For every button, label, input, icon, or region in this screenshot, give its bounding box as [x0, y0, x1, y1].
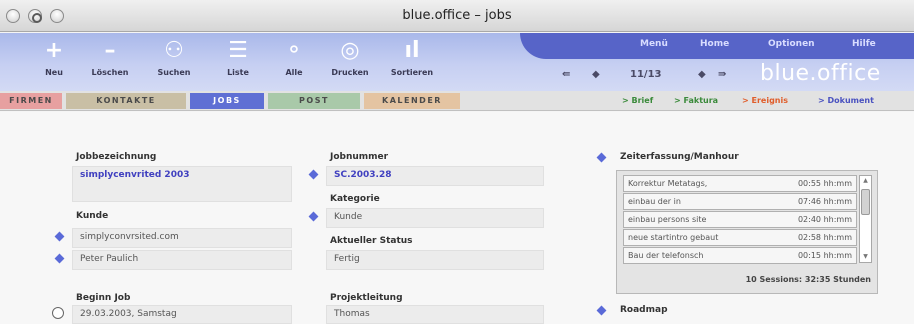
- sort-icon: ıl: [404, 38, 420, 63]
- job-number-field[interactable]: SC.2003.28: [326, 166, 544, 186]
- all-records-icon: ⚬: [284, 38, 304, 63]
- tab-jobs[interactable]: JOBS: [190, 93, 264, 109]
- list-item[interactable]: einbau persons site 02:40 hh:mm: [623, 211, 857, 228]
- window-titlebar: blue.office – jobs: [0, 0, 914, 32]
- sessions-summary: 10 Sessions: 32:35 Stunden: [745, 275, 871, 284]
- list-item[interactable]: Bau der telefonsch 00:15 hh:mm: [623, 247, 857, 264]
- session-description: Bau der telefonsch: [628, 251, 704, 260]
- tab-post[interactable]: POST: [268, 93, 360, 109]
- session-description: einbau persons site: [628, 215, 707, 224]
- quick-link-event[interactable]: > Ereignis: [742, 96, 788, 105]
- list-item[interactable]: Korrektur Metatags, 00:55 hh:mm: [623, 175, 857, 192]
- scroll-up-icon[interactable]: ▲: [860, 176, 871, 186]
- quick-link-invoice[interactable]: > Faktura: [674, 96, 718, 105]
- new-button[interactable]: + Neu: [30, 37, 78, 77]
- session-duration: 02:58 hh:mm: [797, 233, 852, 242]
- nav-link-help[interactable]: Hilfe: [852, 39, 876, 49]
- minus-icon: –: [104, 38, 116, 63]
- sort-button[interactable]: ıl Sortieren: [388, 37, 436, 77]
- roadmap-label: Roadmap: [620, 305, 668, 315]
- sort-button-label: Sortieren: [390, 68, 434, 77]
- begin-job-label: Beginn Job: [76, 293, 131, 303]
- tab-kalender[interactable]: KALENDER: [364, 93, 460, 109]
- first-record-button[interactable]: ⇚: [562, 69, 570, 80]
- scroll-down-icon[interactable]: ▼: [860, 252, 871, 262]
- clock-icon[interactable]: [52, 307, 64, 319]
- customer-label: Kunde: [76, 211, 109, 221]
- session-description: neue startintro gebaut: [628, 233, 719, 242]
- next-record-button[interactable]: ◆: [698, 69, 706, 80]
- new-button-label: Neu: [45, 68, 63, 77]
- list-icon: ☰: [228, 38, 248, 63]
- print-icon: ◎: [340, 38, 360, 63]
- print-button[interactable]: ◎ Drucken: [326, 37, 374, 77]
- tab-kontakte[interactable]: KONTAKTE: [66, 93, 186, 109]
- status-field[interactable]: Fertig: [326, 250, 544, 270]
- binoculars-icon: ⚇: [164, 38, 184, 63]
- list-button-label: Liste: [227, 68, 249, 77]
- module-tabs: FIRMEN KONTAKTE JOBS POST KALENDER > Bri…: [0, 91, 914, 111]
- sessions-scrollbar[interactable]: ▲ ▼: [859, 175, 872, 263]
- last-record-button[interactable]: ⇛: [718, 69, 726, 80]
- status-label: Aktueller Status: [330, 236, 413, 246]
- nav-link-menu[interactable]: Menü: [640, 39, 668, 49]
- job-name-field[interactable]: simplycenvrited 2003: [72, 166, 292, 202]
- toolbar: Menü Home Optionen Hilfe + Neu – Löschen…: [0, 33, 914, 91]
- nav-link-options[interactable]: Optionen: [768, 39, 815, 49]
- scroll-thumb[interactable]: [861, 189, 870, 215]
- session-duration: 07:46 hh:mm: [797, 197, 852, 206]
- customer-contact-field[interactable]: Peter Paulich: [72, 250, 292, 270]
- search-button-label: Suchen: [157, 68, 191, 77]
- all-records-button-label: Alle: [285, 68, 303, 77]
- quick-link-document[interactable]: > Dokument: [818, 96, 874, 105]
- project-lead-field[interactable]: Thomas: [326, 305, 544, 324]
- job-number-label: Jobnummer: [330, 152, 389, 162]
- begin-job-field[interactable]: 29.03.2003, Samstag: [72, 305, 292, 324]
- quick-link-letter[interactable]: > Brief: [622, 96, 653, 105]
- session-description: einbau der in: [628, 197, 681, 206]
- session-duration: 00:15 hh:mm: [797, 251, 852, 260]
- job-name-label: Jobbezeichnung: [76, 152, 157, 162]
- list-item[interactable]: einbau der in 07:46 hh:mm: [623, 193, 857, 210]
- list-item[interactable]: neue startintro gebaut 02:58 hh:mm: [623, 229, 857, 246]
- session-description: Korrektur Metatags,: [628, 179, 708, 188]
- list-button[interactable]: ☰ Liste: [214, 37, 262, 77]
- window-title: blue.office – jobs: [402, 8, 512, 23]
- category-label: Kategorie: [330, 194, 380, 204]
- nav-link-home[interactable]: Home: [700, 39, 729, 49]
- time-tracking-title: Zeiterfassung/Manhour: [620, 152, 739, 162]
- print-button-label: Drucken: [331, 68, 369, 77]
- delete-button-label: Löschen: [91, 68, 129, 77]
- plus-icon: +: [44, 38, 64, 63]
- search-button[interactable]: ⚇ Suchen: [150, 37, 198, 77]
- customer-company-field[interactable]: simplyconvrsited.com: [72, 228, 292, 248]
- session-duration: 00:55 hh:mm: [797, 179, 852, 188]
- brand-logo: blue.office: [760, 61, 881, 86]
- session-duration: 02:40 hh:mm: [797, 215, 852, 224]
- previous-record-button[interactable]: ◆: [592, 69, 600, 80]
- tab-firmen[interactable]: FIRMEN: [0, 93, 62, 109]
- all-records-button[interactable]: ⚬ Alle: [270, 37, 318, 77]
- delete-button[interactable]: – Löschen: [86, 37, 134, 77]
- time-sessions-list: Korrektur Metatags, 00:55 hh:mm einbau d…: [616, 170, 878, 294]
- record-position: 11/13: [630, 69, 662, 80]
- project-lead-label: Projektleitung: [330, 293, 403, 303]
- category-field[interactable]: Kunde: [326, 208, 544, 228]
